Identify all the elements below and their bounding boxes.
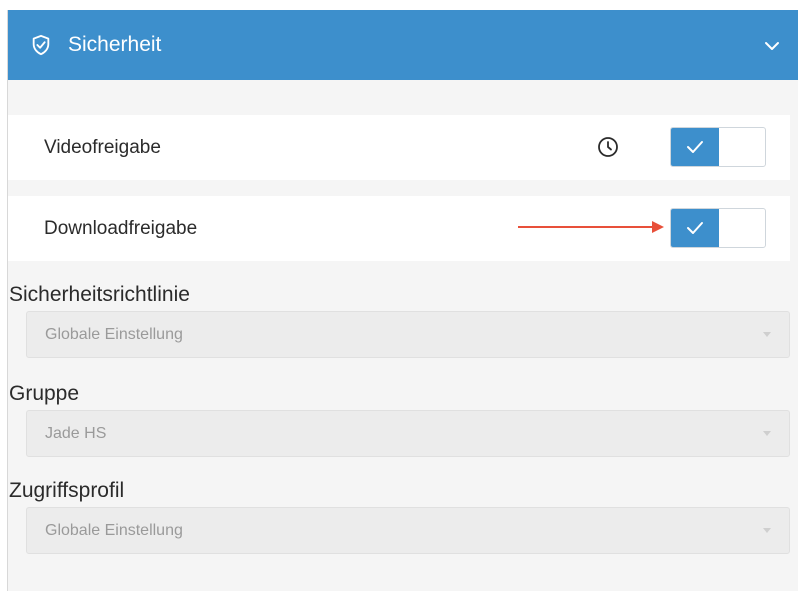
- access-profile-select[interactable]: Globale Einstellung: [26, 507, 790, 554]
- security-section-header[interactable]: Sicherheit: [8, 10, 798, 80]
- toggle-on-state: [671, 209, 719, 247]
- security-policy-select[interactable]: Globale Einstellung: [26, 311, 790, 358]
- download-sharing-label: Downloadfreigabe: [44, 218, 198, 239]
- access-profile-value: Globale Einstellung: [45, 522, 183, 539]
- section-title: Sicherheit: [68, 33, 162, 56]
- access-profile-label: Zugriffsprofil: [9, 479, 125, 502]
- caret-down-icon: [763, 332, 771, 337]
- clock-icon[interactable]: [596, 135, 620, 159]
- group-value: Jade HS: [45, 425, 107, 442]
- checkmark-icon: [687, 141, 703, 153]
- security-policy-value: Globale Einstellung: [45, 326, 183, 343]
- checkmark-icon: [687, 222, 703, 234]
- caret-down-icon: [763, 528, 771, 533]
- security-panel: Sicherheit Videofreigabe Downloadfreigab…: [7, 10, 798, 591]
- video-sharing-row: Videofreigabe: [8, 115, 790, 180]
- group-label: Gruppe: [9, 382, 80, 405]
- group-select[interactable]: Jade HS: [26, 410, 790, 457]
- chevron-down-icon[interactable]: [762, 36, 782, 56]
- download-sharing-row: Downloadfreigabe: [8, 196, 790, 261]
- toggle-on-state: [671, 128, 719, 166]
- video-sharing-label: Videofreigabe: [44, 137, 161, 158]
- caret-down-icon: [763, 431, 771, 436]
- red-arrow-icon: [518, 221, 664, 233]
- download-sharing-toggle[interactable]: [670, 208, 766, 248]
- shield-check-icon: [32, 34, 50, 56]
- security-policy-label: Sicherheitsrichtlinie: [9, 283, 190, 306]
- video-sharing-toggle[interactable]: [670, 127, 766, 167]
